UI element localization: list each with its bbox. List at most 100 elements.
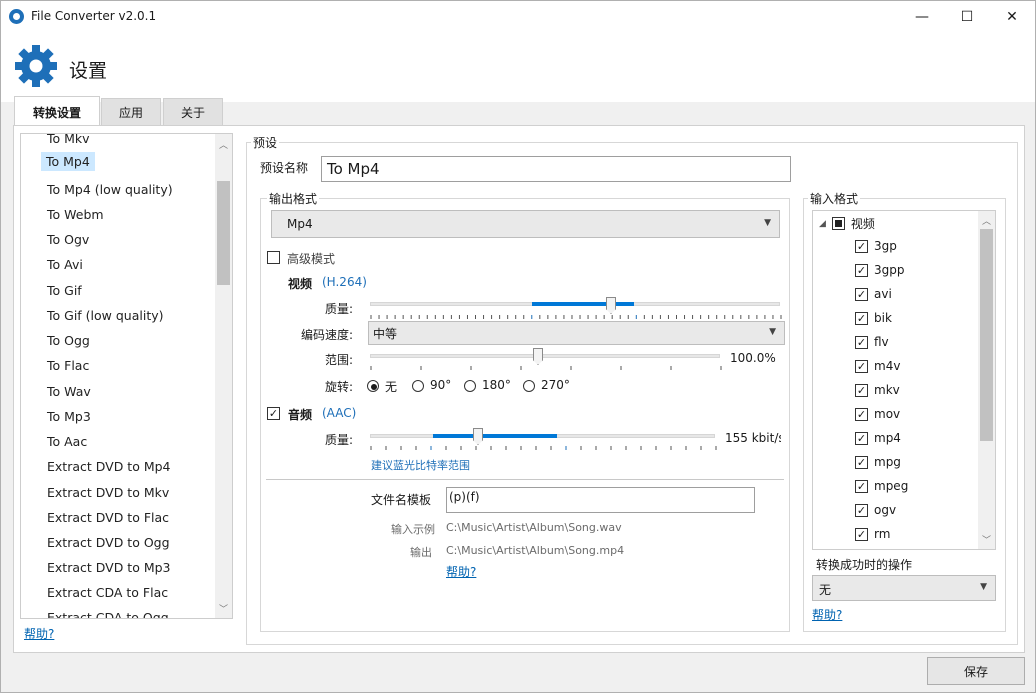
format-item-rm[interactable]: ✓ rm xyxy=(855,527,890,541)
template-help-link[interactable]: 帮助? xyxy=(446,563,476,580)
filename-template-value: (p)(f) xyxy=(449,490,480,504)
format-item-mkv[interactable]: ✓ mkv xyxy=(855,383,900,397)
list-item[interactable]: Extract DVD to Mp4 xyxy=(47,459,171,474)
video-quality-label: 质量: xyxy=(325,302,354,316)
tree-collapse-icon[interactable]: ◢ xyxy=(819,219,826,229)
rotate-label: 旋转: xyxy=(325,380,354,394)
input-formats-tree[interactable]: ◢ 视频 ✓ 3gp ✓ 3gpp ✓ avi ✓ bik ✓ flv ✓ m4v ✓ mkv ✓ mov ✓ m… xyxy=(812,210,996,550)
settings-header xyxy=(1,32,1035,102)
preset-list[interactable]: To Mkv To Mp4 To Mp4 (low quality) To We… xyxy=(20,133,233,619)
audio-checkbox[interactable]: ✓ xyxy=(267,407,280,420)
format-item-ogv[interactable]: ✓ ogv xyxy=(855,503,896,517)
preset-group-label: 预设 xyxy=(251,134,280,151)
list-item[interactable]: To Ogv xyxy=(47,232,89,247)
tab-about[interactable]: 关于 xyxy=(163,98,223,126)
tree-root-label: 视频 xyxy=(850,217,875,231)
close-button[interactable]: ✕ xyxy=(989,1,1035,32)
format-checkbox[interactable]: ✓ xyxy=(855,311,868,325)
list-item[interactable]: To Mp3 xyxy=(47,409,91,424)
format-item-3gp[interactable]: ✓ 3gp xyxy=(855,239,897,253)
tab-conversion-settings[interactable]: 转换设置 xyxy=(14,96,100,127)
format-checkbox[interactable]: ✓ xyxy=(855,431,868,445)
format-label: avi xyxy=(874,287,892,301)
rotate-90-radio[interactable] xyxy=(412,380,424,392)
format-checkbox[interactable]: ✓ xyxy=(855,479,868,493)
list-item[interactable]: To Flac xyxy=(47,358,89,373)
format-checkbox[interactable]: ✓ xyxy=(855,383,868,397)
format-label: 3gp xyxy=(874,239,897,253)
filename-template-label: 文件名模板 xyxy=(371,493,432,507)
advanced-mode-label: 高级模式 xyxy=(287,252,336,266)
list-item[interactable]: Extract DVD to Mkv xyxy=(47,485,169,500)
format-checkbox[interactable]: ✓ xyxy=(855,263,868,277)
filename-template-input[interactable]: (p)(f) xyxy=(446,487,755,513)
list-item[interactable]: To Gif xyxy=(47,283,82,298)
format-item-mp4[interactable]: ✓ mp4 xyxy=(855,431,901,445)
minimize-button[interactable]: — xyxy=(899,1,945,32)
tab-application[interactable]: 应用 xyxy=(101,98,161,126)
rotate-270-radio[interactable] xyxy=(523,380,535,392)
preset-list-scrollbar[interactable]: ︿ ﹀ xyxy=(215,134,232,618)
tree-root-checkbox[interactable] xyxy=(831,217,845,230)
format-item-3gpp[interactable]: ✓ 3gpp xyxy=(855,263,905,277)
format-checkbox[interactable]: ✓ xyxy=(855,503,868,517)
encode-speed-dropdown[interactable]: 中等 ▼ xyxy=(368,321,785,345)
on-success-value: 无 xyxy=(819,583,832,597)
advanced-mode-checkbox[interactable] xyxy=(267,251,280,264)
format-item-mpg[interactable]: ✓ mpg xyxy=(855,455,901,469)
list-item-selected[interactable]: To Mp4 xyxy=(41,152,95,171)
on-success-label: 转换成功时的操作 xyxy=(816,558,913,572)
on-success-dropdown[interactable]: 无 ▼ xyxy=(812,575,996,601)
output-example-value: C:\Music\Artist\Album\Song.mp4 xyxy=(446,544,625,557)
format-checkbox[interactable]: ✓ xyxy=(855,239,868,253)
rotate-270-label: 270° xyxy=(541,378,570,392)
list-item[interactable]: To Webm xyxy=(47,207,104,222)
preset-name-input[interactable]: To Mp4 xyxy=(321,156,791,182)
list-item[interactable]: Extract DVD to Ogg xyxy=(47,535,170,550)
list-item[interactable]: To Aac xyxy=(47,434,87,449)
list-item[interactable]: To Wav xyxy=(47,384,91,399)
list-item[interactable]: To Mkv xyxy=(47,134,90,146)
format-checkbox[interactable]: ✓ xyxy=(855,527,868,541)
format-item-m4v[interactable]: ✓ m4v xyxy=(855,359,900,373)
list-item[interactable]: Extract DVD to Flac xyxy=(47,510,169,525)
save-button[interactable]: 保存 xyxy=(927,657,1025,685)
app-icon xyxy=(9,9,24,24)
format-checkbox[interactable]: ✓ xyxy=(855,407,868,421)
scroll-thumb[interactable] xyxy=(980,229,993,441)
scroll-up-icon[interactable]: ︿ xyxy=(219,138,228,151)
maximize-button[interactable]: ☐ xyxy=(944,1,990,32)
format-item-mpeg[interactable]: ✓ mpeg xyxy=(855,479,908,493)
scroll-thumb[interactable] xyxy=(217,181,230,285)
scroll-down-icon[interactable]: ﹀ xyxy=(219,602,228,615)
list-item[interactable]: To Ogg xyxy=(47,333,90,348)
input-example-label: 输入示例 xyxy=(391,523,435,536)
scroll-down-icon[interactable]: ﹀ xyxy=(982,533,991,546)
rotate-180-radio[interactable] xyxy=(464,380,476,392)
format-label: m4v xyxy=(874,359,901,373)
format-item-flv[interactable]: ✓ flv xyxy=(855,335,889,349)
window-title: File Converter v2.0.1 xyxy=(31,9,157,23)
preset-name-label: 预设名称 xyxy=(260,161,309,175)
list-item[interactable]: To Gif (low quality) xyxy=(47,308,164,323)
input-formats-scrollbar[interactable]: ︿ ﹀ xyxy=(978,211,995,549)
tree-root-video[interactable]: ◢ 视频 xyxy=(819,215,875,232)
list-item[interactable]: Extract DVD to Mp3 xyxy=(47,560,171,575)
format-item-bik[interactable]: ✓ bik xyxy=(855,311,892,325)
list-item[interactable]: To Mp4 (low quality) xyxy=(47,182,173,197)
output-format-dropdown[interactable]: Mp4 ▼ xyxy=(271,210,780,238)
rotate-none-radio[interactable] xyxy=(367,380,379,392)
format-checkbox[interactable]: ✓ xyxy=(855,455,868,469)
list-item[interactable]: Extract CDA to Ogg xyxy=(47,610,169,618)
on-success-help-link[interactable]: 帮助? xyxy=(812,606,842,623)
format-item-avi[interactable]: ✓ avi xyxy=(855,287,892,301)
format-checkbox[interactable]: ✓ xyxy=(855,359,868,373)
scroll-up-icon[interactable]: ︿ xyxy=(982,214,991,227)
format-checkbox[interactable]: ✓ xyxy=(855,287,868,301)
format-checkbox[interactable]: ✓ xyxy=(855,335,868,349)
scale-track[interactable] xyxy=(370,354,720,358)
list-item[interactable]: Extract CDA to Flac xyxy=(47,585,168,600)
preset-list-help-link[interactable]: 帮助? xyxy=(24,625,54,642)
format-item-mov[interactable]: ✓ mov xyxy=(855,407,900,421)
list-item[interactable]: To Avi xyxy=(47,257,83,272)
